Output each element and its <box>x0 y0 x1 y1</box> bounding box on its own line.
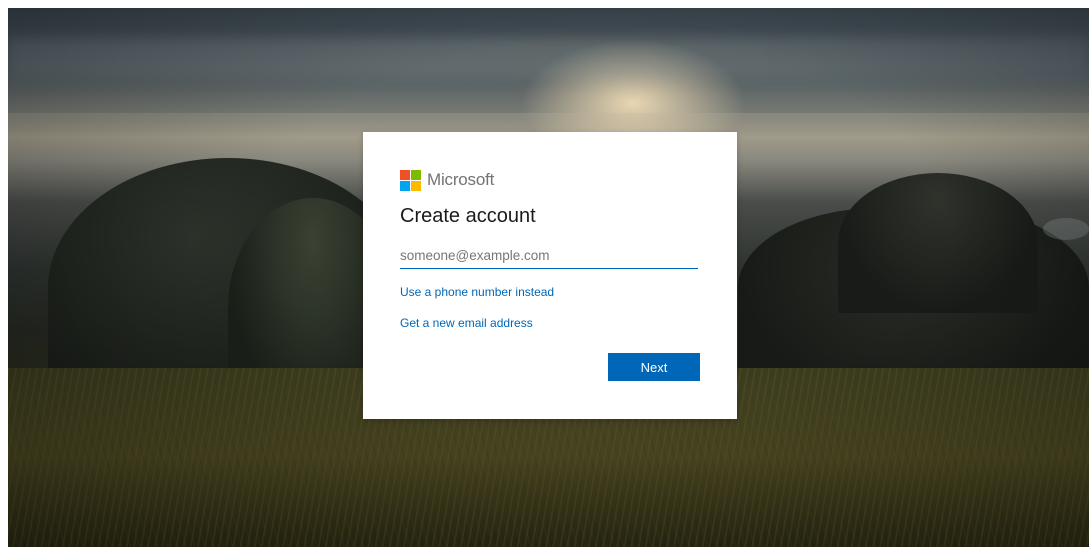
use-phone-number-link[interactable]: Use a phone number instead <box>400 285 554 299</box>
email-field[interactable] <box>400 242 698 269</box>
logo-square-red <box>400 169 410 180</box>
page-title: Create account <box>400 205 536 227</box>
next-button[interactable]: Next <box>608 353 700 381</box>
logo-square-blue <box>400 180 410 191</box>
signup-card: Microsoft Create account Use a phone num… <box>363 132 737 419</box>
logo-square-green <box>411 169 421 180</box>
microsoft-logo-icon <box>400 169 421 191</box>
brand-header: Microsoft <box>400 169 494 191</box>
get-new-email-link[interactable]: Get a new email address <box>400 316 533 330</box>
logo-square-yellow <box>411 180 421 191</box>
brand-name: Microsoft <box>427 170 495 189</box>
